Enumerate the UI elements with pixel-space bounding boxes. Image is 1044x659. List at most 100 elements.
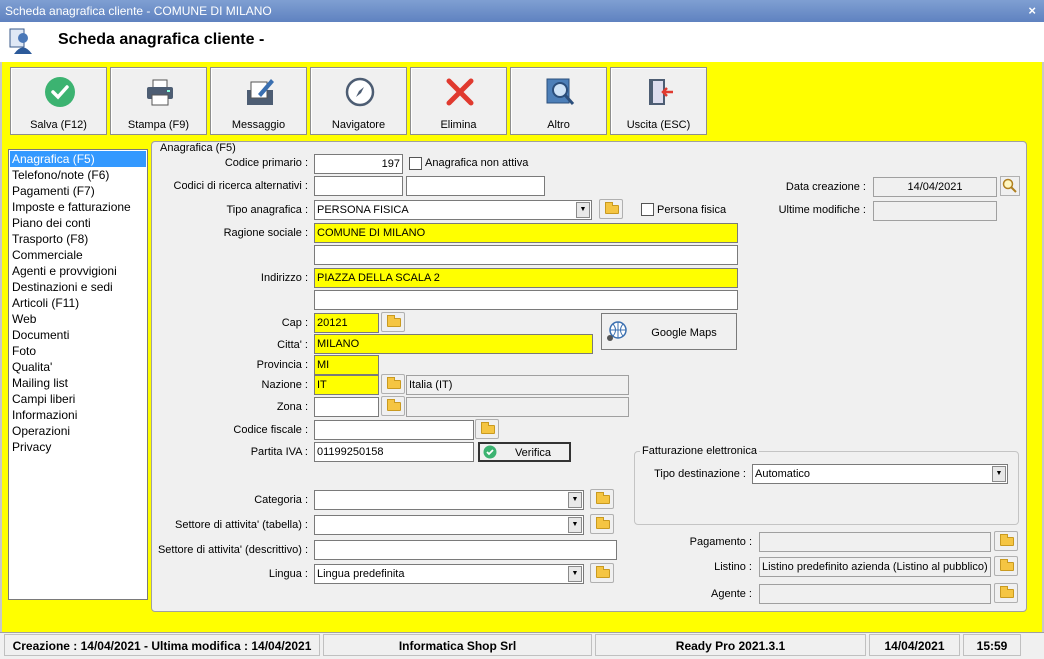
sidebar-item-imposte[interactable]: Imposte e fatturazione [9, 199, 147, 215]
sidebar-item-foto[interactable]: Foto [9, 343, 147, 359]
agente-field [759, 584, 991, 604]
exit-button[interactable]: Uscita (ESC) [610, 67, 707, 135]
sidebar-item-informazioni[interactable]: Informazioni [9, 407, 147, 423]
sidebar-item-web[interactable]: Web [9, 311, 147, 327]
tipo-dest-select[interactable]: Automatico ▼ [752, 464, 1008, 484]
sidebar-item-commerciale[interactable]: Commerciale [9, 247, 147, 263]
lingua-label: Lingua : [268, 568, 308, 580]
settore-desc-label: Settore di attivita' (descrittivo) : [157, 544, 308, 556]
lingua-select[interactable]: Lingua predefinita ▼ [314, 564, 584, 584]
lingua-folder-button[interactable] [590, 563, 614, 583]
cf-label: Codice fiscale : [233, 424, 308, 436]
listino-label: Listino : [714, 561, 752, 573]
non-attiva-checkbox[interactable] [409, 157, 422, 170]
sidebar-item-agenti[interactable]: Agenti e provvigioni [9, 263, 147, 279]
codice-alt-field-2[interactable] [406, 176, 545, 196]
sidebar-item-piano-conti[interactable]: Piano dei conti [9, 215, 147, 231]
citta-field[interactable]: MILANO [314, 334, 593, 354]
sidebar-item-campi-liberi[interactable]: Campi liberi [9, 391, 147, 407]
persona-fisica-label: Persona fisica [657, 204, 727, 216]
sidebar-item-pagamenti[interactable]: Pagamenti (F7) [9, 183, 147, 199]
settore-tab-select[interactable]: ▼ [314, 515, 584, 535]
ragione-field-2[interactable] [314, 245, 738, 265]
print-button[interactable]: Stampa (F9) [110, 67, 207, 135]
chevron-down-icon: ▼ [568, 566, 582, 582]
compass-icon [345, 77, 375, 107]
sidebar-item-anagrafica[interactable]: Anagrafica (F5) [10, 151, 146, 167]
fe-group-title: Fatturazione elettronica [640, 445, 759, 457]
nazione-field[interactable]: IT [314, 375, 379, 395]
save-button[interactable]: Salva (F12) [10, 67, 107, 135]
navigator-button[interactable]: Navigatore [310, 67, 407, 135]
nazione-label: Nazione : [261, 379, 308, 391]
provincia-field[interactable]: MI [314, 355, 379, 375]
sidebar-item-destinazioni[interactable]: Destinazioni e sedi [9, 279, 147, 295]
verifica-button[interactable]: Verifica [478, 442, 571, 462]
sidebar-item-qualita[interactable]: Qualita' [9, 359, 147, 375]
codice-alt-field-1[interactable] [314, 176, 403, 196]
sidebar-item-mailing[interactable]: Mailing list [9, 375, 147, 391]
agente-label: Agente : [711, 588, 752, 600]
tipo-value: PERSONA FISICA [317, 204, 409, 216]
message-button[interactable]: Messaggio [210, 67, 307, 135]
folder-icon [1000, 586, 1014, 598]
sidebar-item-privacy[interactable]: Privacy [9, 439, 147, 455]
google-maps-label: Google Maps [651, 327, 717, 339]
google-maps-button[interactable]: Google Maps [601, 313, 737, 350]
checkmark-icon [45, 77, 75, 107]
search-icon [1002, 178, 1017, 193]
settore-desc-field[interactable] [314, 540, 617, 560]
cf-field[interactable] [314, 420, 474, 440]
cap-folder-button[interactable] [381, 312, 405, 332]
other-button[interactable]: Altro [510, 67, 607, 135]
checkmark-icon [483, 445, 497, 459]
codice-primario-field[interactable]: 197 [314, 154, 403, 174]
cap-field[interactable]: 20121 [314, 313, 379, 333]
verifica-label: Verifica [514, 447, 552, 459]
folder-icon [387, 377, 401, 389]
settore-tab-folder-button[interactable] [590, 514, 614, 534]
data-creazione-field: 14/04/2021 [873, 177, 997, 197]
pagamento-folder-button[interactable] [994, 531, 1018, 551]
pagamento-field [759, 532, 991, 552]
zona-field[interactable] [314, 397, 379, 417]
other-label: Altro [547, 119, 570, 131]
data-creazione-label: Data creazione : [785, 181, 866, 193]
zona-folder-button[interactable] [381, 396, 405, 416]
sidebar-item-operazioni[interactable]: Operazioni [9, 423, 147, 439]
listino-folder-button[interactable] [994, 556, 1018, 576]
tipo-select[interactable]: PERSONA FISICA ▼ [314, 200, 592, 220]
delete-label: Elimina [440, 119, 477, 131]
folder-icon [596, 517, 610, 529]
categoria-folder-button[interactable] [590, 489, 614, 509]
folder-icon [481, 422, 495, 434]
navigator-label: Navigatore [331, 119, 386, 131]
sidebar-item-documenti[interactable]: Documenti [9, 327, 147, 343]
message-label: Messaggio [231, 119, 286, 131]
non-attiva-label: Anagrafica non attiva [425, 157, 529, 169]
ragione-field-1[interactable]: COMUNE DI MILANO [314, 223, 738, 243]
exit-door-icon [649, 79, 673, 105]
sidebar-item-telefono[interactable]: Telefono/note (F6) [9, 167, 147, 183]
status-version: Ready Pro 2021.3.1 [595, 634, 866, 656]
sidebar-item-articoli[interactable]: Articoli (F11) [9, 295, 147, 311]
tipo-folder-button[interactable] [599, 199, 623, 219]
delete-button[interactable]: Elimina [410, 67, 507, 135]
categoria-select[interactable]: ▼ [314, 490, 584, 510]
listino-field: Listino predefinito azienda (Listino al … [759, 557, 991, 577]
window-titlebar: Scheda anagrafica cliente - COMUNE DI MI… [0, 0, 1044, 22]
chevron-down-icon: ▼ [568, 517, 582, 533]
nazione-folder-button[interactable] [381, 374, 405, 394]
agente-folder-button[interactable] [994, 583, 1018, 603]
piva-field[interactable]: 01199250158 [314, 442, 474, 462]
status-company: Informatica Shop Srl [323, 634, 592, 656]
provincia-label: Provincia : [256, 359, 308, 371]
search-date-button[interactable] [1000, 176, 1020, 196]
indirizzo-field-2[interactable] [314, 290, 738, 310]
sidebar-item-trasporto[interactable]: Trasporto (F8) [9, 231, 147, 247]
cf-folder-button[interactable] [475, 419, 499, 439]
close-icon[interactable]: × [1028, 0, 1036, 22]
indirizzo-field-1[interactable]: PIAZZA DELLA SCALA 2 [314, 268, 738, 288]
tipo-dest-label: Tipo destinazione : [654, 468, 746, 480]
persona-fisica-checkbox[interactable] [641, 203, 654, 216]
